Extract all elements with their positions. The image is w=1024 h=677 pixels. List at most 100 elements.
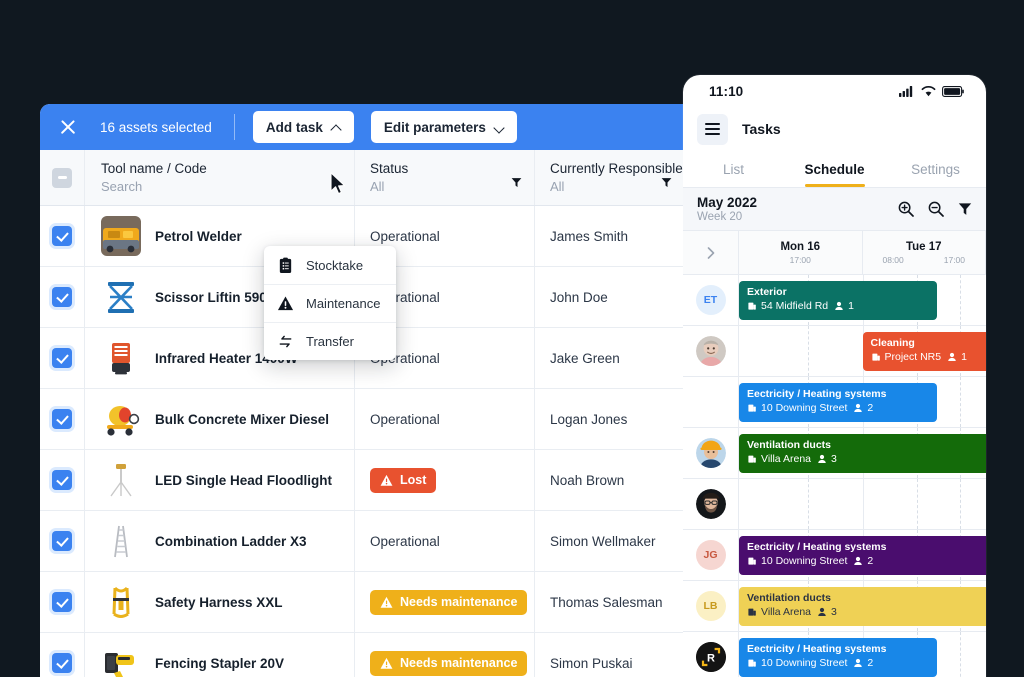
chevron-right-icon[interactable] xyxy=(705,246,717,260)
status-badge[interactable]: Needs maintenance xyxy=(370,650,528,676)
tab-list[interactable]: List xyxy=(683,151,784,187)
status-cell: Needs maintenance xyxy=(355,633,535,677)
tab-schedule[interactable]: Schedule xyxy=(784,151,885,187)
row-checkbox[interactable] xyxy=(52,592,72,612)
warning-triangle-icon xyxy=(380,474,393,486)
assets-table-panel: 16 assets selected Add task Edit paramet… xyxy=(40,104,684,677)
event-title: Cleaning xyxy=(870,337,915,349)
status-filter-value[interactable]: All xyxy=(370,179,384,194)
edit-parameters-label: Edit parameters xyxy=(383,119,486,135)
tool-name-cell: Safety Harness XXL xyxy=(85,572,355,632)
hamburger-icon[interactable] xyxy=(697,113,728,145)
schedule-event[interactable]: Ventilation ducts Villa Arena 3 xyxy=(739,587,986,626)
event-people-count: 1 xyxy=(961,351,967,363)
event-location: 10 Downing Street xyxy=(761,657,848,669)
responsible-cell: Simon Wellmaker xyxy=(535,511,684,571)
row-checkbox[interactable] xyxy=(52,409,72,429)
search-input[interactable]: Search xyxy=(101,179,142,194)
avatar[interactable]: R xyxy=(695,642,726,672)
menu-item-maintenance[interactable]: Maintenance xyxy=(264,284,396,322)
filter-icon[interactable] xyxy=(661,177,672,188)
table-row[interactable]: LED Single Head Floodlight Lost Noah Bro… xyxy=(40,450,684,511)
day-column-tue: Tue 17 08:00 17:00 xyxy=(863,231,986,274)
person-icon xyxy=(854,658,863,667)
avatar[interactable]: JG xyxy=(695,540,726,570)
person-icon xyxy=(835,301,843,310)
event-location: 10 Downing Street xyxy=(761,555,848,567)
zoom-in-icon[interactable] xyxy=(898,201,914,217)
avatar[interactable]: LB xyxy=(695,591,726,621)
row-checkbox[interactable] xyxy=(52,226,72,246)
avatar[interactable] xyxy=(695,336,726,366)
row-avatar-cell: JG xyxy=(683,530,739,580)
row-checkbox[interactable] xyxy=(52,470,72,490)
warning-triangle-icon xyxy=(277,296,294,311)
responsible-cell: Logan Jones xyxy=(535,389,684,449)
row-avatar-cell: ET xyxy=(683,275,739,325)
schedule-row: Cleaning Project NR5 1 xyxy=(683,326,986,377)
responsible-label: Jake Green xyxy=(550,350,620,366)
tool-name-label: Bulk Concrete Mixer Diesel xyxy=(155,411,330,427)
close-icon[interactable] xyxy=(54,113,82,141)
tool-thumbnail xyxy=(101,643,141,677)
status-badge[interactable]: Lost xyxy=(370,467,437,493)
add-task-button[interactable]: Add task xyxy=(252,111,354,143)
table-row[interactable]: Bulk Concrete Mixer Diesel Operational L… xyxy=(40,389,684,450)
responsible-cell: Simon Puskai xyxy=(535,633,684,677)
zoom-out-icon[interactable] xyxy=(928,201,944,217)
avatar[interactable] xyxy=(695,489,726,519)
avatar[interactable]: ET xyxy=(695,285,726,315)
menu-item-stocktake[interactable]: Stocktake xyxy=(264,246,396,284)
tablet-device-panel: 11:10 Tasks List Schedule Settings May 2… xyxy=(683,75,986,677)
event-location: Project NR5 xyxy=(884,351,942,363)
tool-name-cell: Combination Ladder X3 xyxy=(85,511,355,571)
select-all-checkbox[interactable] xyxy=(52,167,72,188)
cellular-icon xyxy=(899,86,913,97)
schedule-event[interactable]: Ventilation ducts Villa Arena 3 xyxy=(739,434,986,473)
schedule-event[interactable]: Eectricity / Heating systems 10 Downing … xyxy=(739,638,937,677)
filter-icon[interactable] xyxy=(511,177,522,188)
table-row[interactable]: Fencing Stapler 20V Needs maintenance Si… xyxy=(40,633,684,677)
responsible-label: Thomas Salesman xyxy=(550,594,663,610)
event-location: Villa Arena xyxy=(761,453,812,465)
schedule-row: JG Eectricity / Heating systems 10 Downi… xyxy=(683,530,986,581)
column-status: Status All xyxy=(355,150,535,205)
warning-triangle-icon xyxy=(380,596,393,608)
building-icon xyxy=(748,659,756,667)
select-all-cell xyxy=(40,150,85,205)
event-meta: Villa Arena 3 xyxy=(747,452,978,466)
avatar[interactable] xyxy=(695,438,726,468)
app-bar: Tasks xyxy=(683,107,986,151)
row-select-cell xyxy=(40,633,85,677)
status-text: Operational xyxy=(370,533,440,549)
schedule-event[interactable]: Exterior 54 Midfield Rd 1 xyxy=(739,281,937,320)
row-checkbox[interactable] xyxy=(52,653,72,673)
clipboard-icon xyxy=(279,257,292,273)
responsible-label: Noah Brown xyxy=(550,472,625,488)
status-text: Operational xyxy=(370,411,440,427)
schedule-event[interactable]: Eectricity / Heating systems 10 Downing … xyxy=(739,536,986,575)
row-checkbox[interactable] xyxy=(52,531,72,551)
row-select-cell xyxy=(40,267,85,327)
row-checkbox[interactable] xyxy=(52,348,72,368)
schedule-event[interactable]: Eectricity / Heating systems 10 Downing … xyxy=(739,383,937,422)
table-row[interactable]: Safety Harness XXL Needs maintenance Tho… xyxy=(40,572,684,633)
schedule-event[interactable]: Cleaning Project NR5 1 xyxy=(862,332,986,371)
filter-icon[interactable] xyxy=(958,202,972,216)
status-badge[interactable]: Needs maintenance xyxy=(370,589,528,615)
wifi-icon xyxy=(921,85,936,97)
row-lane: Exterior 54 Midfield Rd 1 xyxy=(739,275,986,325)
table-row[interactable]: Combination Ladder X3 Operational Simon … xyxy=(40,511,684,572)
responsible-filter-value[interactable]: All xyxy=(550,179,564,194)
menu-item-transfer[interactable]: Transfer xyxy=(264,322,396,360)
tool-thumbnail xyxy=(101,582,141,622)
row-checkbox[interactable] xyxy=(52,287,72,307)
edit-parameters-button[interactable]: Edit parameters xyxy=(370,111,517,143)
menu-item-label: Transfer xyxy=(306,334,354,349)
add-task-dropdown-menu[interactable]: Stocktake Maintenance Transfer xyxy=(264,246,396,360)
tool-thumbnail xyxy=(101,521,141,561)
column-tool-name: Tool name / Code Search xyxy=(85,150,355,205)
tool-name-label: Combination Ladder X3 xyxy=(155,533,307,549)
expand-gutter[interactable] xyxy=(683,231,739,274)
tab-settings[interactable]: Settings xyxy=(885,151,986,187)
